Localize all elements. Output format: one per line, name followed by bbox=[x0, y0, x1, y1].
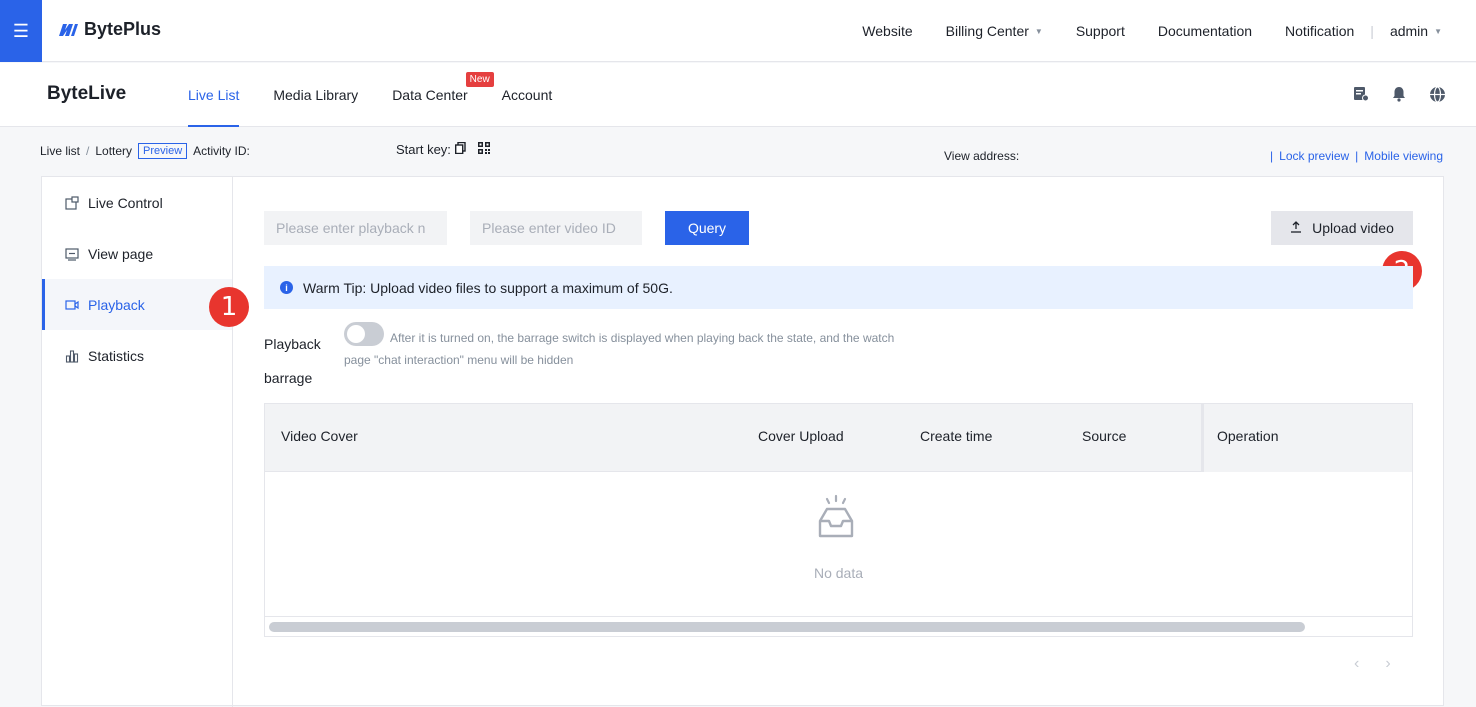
sidebar-item-live-control[interactable]: Live Control bbox=[42, 177, 232, 228]
warm-tip-text: Warm Tip: Upload video files to support … bbox=[303, 279, 673, 296]
tab-data-center[interactable]: Data Center New bbox=[392, 63, 494, 127]
sidebar-item-view-page[interactable]: View page bbox=[42, 228, 232, 279]
column-cover-upload: Cover Upload bbox=[758, 428, 844, 444]
sidebar-item-label: Playback bbox=[88, 296, 145, 313]
sidebar-item-label: Live Control bbox=[88, 194, 163, 211]
playback-icon bbox=[64, 297, 80, 313]
crumb-separator: / bbox=[86, 144, 90, 158]
nav-documentation[interactable]: Documentation bbox=[1158, 23, 1252, 39]
upload-video-label: Upload video bbox=[1312, 220, 1394, 236]
globe-icon[interactable] bbox=[1428, 85, 1446, 103]
column-video-cover: Video Cover bbox=[281, 428, 358, 444]
info-icon: i bbox=[280, 281, 293, 294]
header-icons bbox=[1352, 85, 1446, 103]
nav-website[interactable]: Website bbox=[862, 23, 912, 39]
view-page-icon bbox=[64, 246, 80, 262]
qr-code-icon[interactable] bbox=[477, 142, 490, 157]
pagination: ‹ › bbox=[1354, 655, 1391, 673]
scrollbar-thumb[interactable] bbox=[269, 622, 1305, 632]
lock-preview-link[interactable]: Lock preview bbox=[1279, 149, 1349, 163]
nav-billing-center[interactable]: Billing Center ▼ bbox=[946, 23, 1043, 39]
column-operation-cell: Operation bbox=[1201, 404, 1412, 472]
user-name: admin bbox=[1389, 23, 1429, 39]
playback-content: Query Upload video 2 i Warm Tip: Upload … bbox=[264, 177, 1422, 707]
bell-icon[interactable] bbox=[1390, 85, 1408, 103]
start-key: Start key: bbox=[396, 141, 490, 157]
barrage-description: After it is turned on, the barrage switc… bbox=[344, 331, 895, 367]
sidebar-item-playback[interactable]: Playback bbox=[42, 279, 232, 330]
tab-live-list[interactable]: Live List bbox=[188, 63, 240, 127]
byteplus-logo[interactable]: BytePlus bbox=[58, 19, 161, 40]
hamburger-menu-button[interactable]: ☰ bbox=[0, 0, 42, 62]
upload-icon bbox=[1290, 220, 1302, 236]
view-address-label: View address: bbox=[944, 149, 1020, 163]
annotation-marker-1: 1 bbox=[209, 287, 249, 327]
preview-links: | Lock preview | Mobile viewing bbox=[1270, 149, 1443, 163]
crumb-live-list[interactable]: Live list bbox=[40, 144, 80, 158]
horizontal-scrollbar[interactable] bbox=[265, 616, 1412, 636]
barrage-toggle[interactable] bbox=[344, 322, 384, 346]
link-separator: | bbox=[1270, 149, 1274, 163]
product-header: ByteLive Live List Media Library Data Ce… bbox=[0, 63, 1476, 127]
warm-tip-banner: i Warm Tip: Upload video files to suppor… bbox=[264, 266, 1413, 309]
nav-notification[interactable]: Notification bbox=[1285, 23, 1354, 39]
user-menu[interactable]: admin ▼ bbox=[1390, 23, 1442, 39]
query-button[interactable]: Query bbox=[665, 211, 749, 245]
sidebar-item-label: View page bbox=[88, 245, 154, 262]
playback-barrage-label: Playback barrage bbox=[264, 336, 321, 386]
column-source: Source bbox=[1082, 428, 1127, 444]
sidebar-item-label: Statistics bbox=[88, 347, 145, 364]
logo-text: BytePlus bbox=[84, 19, 162, 39]
breadcrumb: Live list / Lottery Preview Activity ID: bbox=[40, 143, 250, 159]
upload-video-button[interactable]: Upload video bbox=[1271, 211, 1413, 245]
nav-billing-label: Billing Center bbox=[945, 23, 1029, 39]
nav-support[interactable]: Support bbox=[1076, 23, 1125, 39]
preview-tag: Preview bbox=[138, 143, 188, 159]
start-key-label: Start key: bbox=[396, 142, 451, 157]
mobile-viewing-link[interactable]: Mobile viewing bbox=[1364, 149, 1443, 163]
caret-down-icon: ▼ bbox=[1434, 26, 1442, 36]
product-tabs: Live List Media Library Data Center New … bbox=[188, 63, 586, 127]
crumb-lottery: Lottery bbox=[95, 144, 133, 158]
toggle-knob bbox=[347, 325, 365, 343]
empty-inbox-icon bbox=[818, 494, 854, 538]
column-operation: Operation bbox=[1217, 428, 1279, 444]
caret-down-icon: ▼ bbox=[1034, 26, 1043, 36]
sidebar-item-statistics[interactable]: Statistics bbox=[42, 330, 232, 381]
byteplus-logo-icon bbox=[59, 23, 78, 36]
document-settings-icon[interactable] bbox=[1352, 85, 1370, 103]
empty-state: No data bbox=[265, 472, 1412, 614]
new-badge: New bbox=[465, 72, 494, 87]
next-page-icon[interactable]: › bbox=[1385, 655, 1390, 673]
prev-page-icon[interactable]: ‹ bbox=[1354, 655, 1359, 673]
empty-text: No data bbox=[813, 565, 864, 581]
tab-account[interactable]: Account bbox=[502, 63, 553, 127]
product-title: ByteLive bbox=[47, 83, 127, 104]
nav-separator: | bbox=[1370, 23, 1374, 39]
link-separator: | bbox=[1355, 149, 1359, 163]
table-header: Video Cover Cover Upload Create time Sou… bbox=[265, 404, 1412, 472]
top-bar: ☰ BytePlus Website Billing Center ▼ Supp… bbox=[0, 0, 1476, 62]
main-panel: Live Control View page Playback Statisti… bbox=[41, 176, 1444, 707]
live-control-icon bbox=[64, 195, 80, 211]
tab-data-center-label: Data Center bbox=[392, 87, 468, 103]
sidebar: Live Control View page Playback Statisti… bbox=[42, 177, 233, 707]
breadcrumb-bar: Live list / Lottery Preview Activity ID:… bbox=[0, 128, 1476, 176]
column-create-time: Create time bbox=[920, 428, 993, 444]
video-id-input[interactable] bbox=[470, 211, 642, 245]
activity-id-label: Activity ID: bbox=[193, 144, 250, 158]
playback-table: Video Cover Cover Upload Create time Sou… bbox=[264, 403, 1413, 637]
statistics-icon bbox=[64, 348, 80, 364]
tab-media-library[interactable]: Media Library bbox=[273, 63, 358, 127]
hamburger-icon: ☰ bbox=[12, 20, 30, 41]
copy-icon[interactable] bbox=[454, 141, 466, 157]
playback-name-input[interactable] bbox=[264, 211, 447, 245]
top-nav: Website Billing Center ▼ Support Documen… bbox=[829, 0, 1442, 62]
